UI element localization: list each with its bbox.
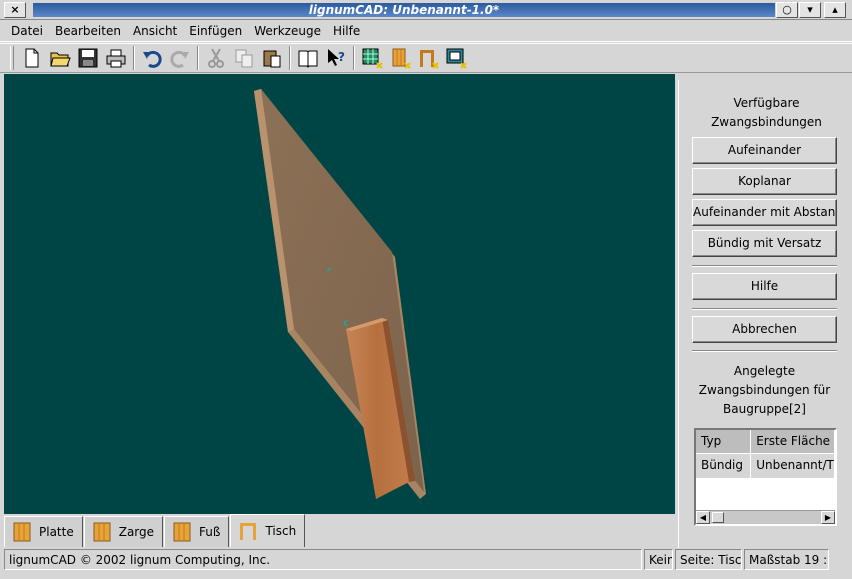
toolbar-grip[interactable] <box>10 46 14 70</box>
applied-constraints-label: Angelegte Zwangsbindungen für Baugruppe[… <box>698 364 831 416</box>
window-title: lignumCAD: Unbenannt-1.0* <box>33 3 775 17</box>
toolbar-separator <box>353 46 355 70</box>
tab-label: Platte <box>39 525 74 539</box>
table-icon <box>240 523 257 540</box>
table-header-row: Typ Erste Fläche <box>696 430 835 454</box>
status-mode: Kein <box>644 549 673 570</box>
menu-ansicht[interactable]: Ansicht <box>127 20 183 42</box>
restore-window-button[interactable]: ○ <box>776 2 798 18</box>
svg-text:?: ? <box>338 50 345 64</box>
koplanar-button[interactable]: Koplanar <box>692 168 837 195</box>
status-scale: Maßstab 19 : 2 <box>744 549 829 570</box>
save-icon[interactable] <box>74 45 102 71</box>
undo-icon[interactable] <box>138 45 166 71</box>
tab-zarge[interactable]: Zarge <box>83 516 164 547</box>
new-page-icon[interactable] <box>358 45 386 71</box>
table-row[interactable]: Bündig Unbenannt/Ti <box>696 454 835 478</box>
frame-icon <box>93 522 111 542</box>
toolbar: ? <box>0 43 852 73</box>
toolbar-separator <box>197 46 199 70</box>
tab-label: Tisch <box>265 524 297 538</box>
menu-werkzeuge[interactable]: Werkzeuge <box>248 20 327 42</box>
minimize-window-button[interactable]: ▾ <box>799 2 821 18</box>
manual-icon[interactable] <box>294 45 322 71</box>
whats-this-icon[interactable]: ? <box>322 45 350 71</box>
page-tabs: Platte Zarge Fuß Tisch <box>4 514 306 547</box>
aufeinander-mit-abstand-button[interactable]: Aufeinander mit Abstand <box>692 199 837 226</box>
new-file-icon[interactable] <box>18 45 46 71</box>
status-message: lignumCAD © 2002 lignum Computing, Inc. <box>4 549 642 570</box>
buendig-mit-versatz-button[interactable]: Bündig mit Versatz <box>692 230 837 257</box>
scroll-thumb[interactable] <box>712 512 724 523</box>
scroll-left-icon[interactable]: ◀ <box>696 511 710 524</box>
toolbar-separator <box>133 46 135 70</box>
open-folder-icon[interactable] <box>46 45 74 71</box>
tab-fuss[interactable]: Fuß <box>164 516 230 547</box>
copy-icon[interactable] <box>230 45 258 71</box>
leg-icon <box>173 522 191 542</box>
title-bar: × lignumCAD: Unbenannt-1.0* ○ ▾ ▴ <box>0 0 852 20</box>
status-bar: lignumCAD © 2002 lignum Computing, Inc. … <box>0 549 852 571</box>
new-part-icon[interactable] <box>386 45 414 71</box>
board-icon <box>13 522 31 542</box>
cancel-button[interactable]: Abbrechen <box>692 316 837 343</box>
menu-einfuegen[interactable]: Einfügen <box>183 20 248 42</box>
aufeinander-button[interactable]: Aufeinander <box>692 137 837 164</box>
menu-bearbeiten[interactable]: Bearbeiten <box>49 20 127 42</box>
menu-hilfe[interactable]: Hilfe <box>327 20 366 42</box>
table-cell-typ: Bündig <box>696 454 752 478</box>
column-header-erste-flaeche[interactable]: Erste Fläche <box>751 430 835 454</box>
maximize-window-button[interactable]: ▴ <box>824 2 846 18</box>
tab-platte[interactable]: Platte <box>4 516 83 547</box>
tab-label: Fuß <box>199 525 221 539</box>
tab-tisch[interactable]: Tisch <box>230 514 306 547</box>
redo-icon[interactable] <box>166 45 194 71</box>
toolbar-separator <box>289 46 291 70</box>
available-constraints-label: Verfügbare Zwangsbindungen <box>711 96 822 129</box>
new-drawing-icon[interactable] <box>442 45 470 71</box>
table-cell-erste-flaeche: Unbenannt/Ti <box>751 454 835 478</box>
horizontal-scrollbar[interactable]: ◀ ▶ <box>696 510 835 524</box>
3d-viewport[interactable] <box>4 74 675 514</box>
print-icon[interactable] <box>102 45 130 71</box>
cut-icon[interactable] <box>202 45 230 71</box>
tab-label: Zarge <box>118 525 155 539</box>
scroll-right-icon[interactable]: ▶ <box>821 511 835 524</box>
status-page: Seite: Tisch <box>675 549 742 570</box>
help-button[interactable]: Hilfe <box>692 273 837 300</box>
panel-divider <box>692 265 837 267</box>
panel-divider <box>692 350 837 352</box>
column-header-typ[interactable]: Typ <box>696 430 752 454</box>
menu-bar: Datei Bearbeiten Ansicht Einfügen Werkze… <box>0 20 852 42</box>
paste-icon[interactable] <box>258 45 286 71</box>
constraints-table[interactable]: Typ Erste Fläche Bündig Unbenannt/Ti ◀ ▶ <box>694 428 837 526</box>
menu-datei[interactable]: Datei <box>5 20 49 42</box>
panel-divider <box>692 308 837 310</box>
constraints-panel: Verfügbare Zwangsbindungen Aufeinander K… <box>678 80 849 548</box>
close-window-button[interactable]: × <box>4 2 26 18</box>
new-assembly-icon[interactable] <box>414 45 442 71</box>
